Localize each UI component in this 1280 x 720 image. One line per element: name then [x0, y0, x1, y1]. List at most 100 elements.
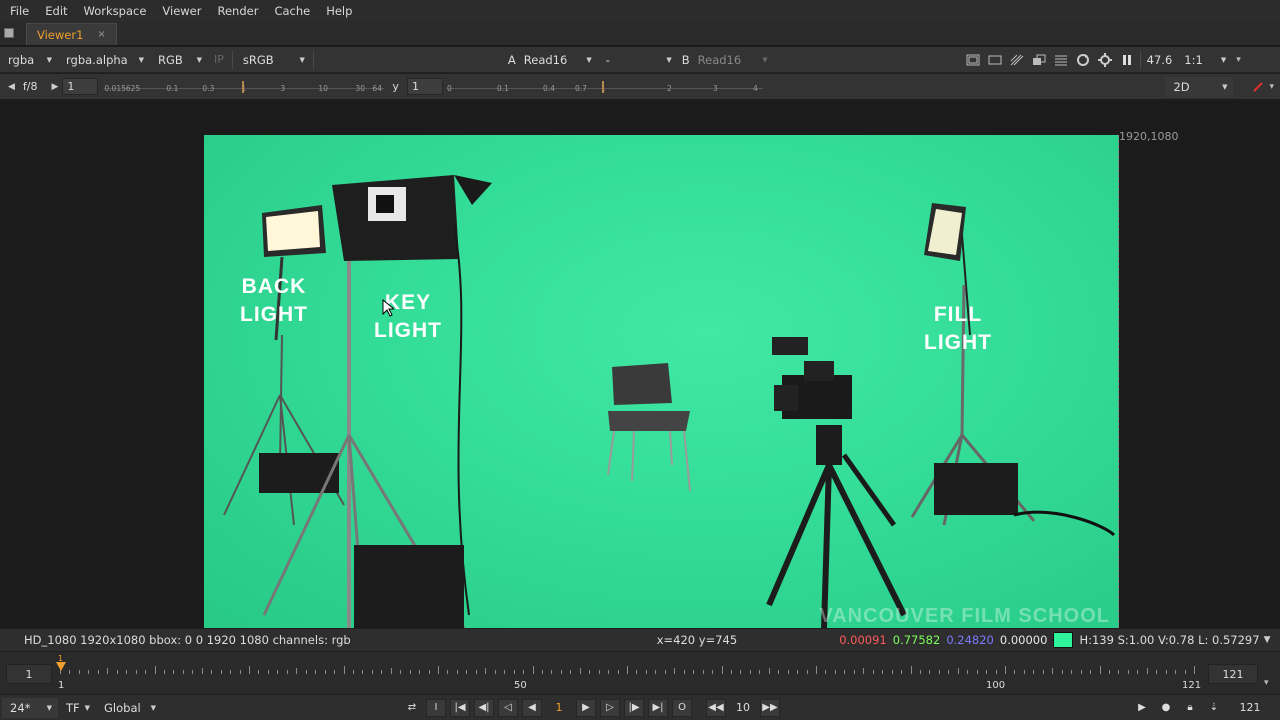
current-frame-field[interactable]: 1 [544, 699, 574, 717]
pane-menu-icon[interactable] [0, 21, 18, 45]
record-icon[interactable]: ● [1156, 699, 1176, 717]
timeline-tick [976, 670, 978, 674]
timeline-end-input[interactable]: 121 [1208, 664, 1258, 684]
menu-help[interactable]: Help [318, 4, 360, 18]
flipbook-icon[interactable]: ▶ [1132, 699, 1152, 717]
display-channels-dropdown[interactable]: RGB ▼ [150, 50, 208, 70]
fstop-decrease-icon[interactable]: ◀ [8, 82, 15, 92]
scrub-icon[interactable]: ⇣ [1204, 699, 1224, 717]
timeline-tick [475, 670, 477, 674]
timeline-tick [1175, 670, 1177, 674]
timeline-ruler[interactable] [60, 662, 1195, 684]
timeline-tick [816, 666, 817, 674]
timecode-format-dropdown[interactable]: TF ▼ [58, 698, 96, 718]
back-light-line2: LIGHT [240, 303, 308, 326]
colorspace-dropdown[interactable]: sRGB ▼ [235, 50, 311, 70]
timeline-tick [182, 670, 184, 674]
gamma-slider-thumb[interactable] [601, 80, 604, 93]
first-frame-icon[interactable]: |◀ [450, 698, 470, 717]
menu-bar: File Edit Workspace Viewer Render Cache … [0, 0, 1280, 22]
ratio-dropdown[interactable]: 1:1 ▼ [1176, 50, 1232, 70]
menu-lines-icon[interactable] [1050, 50, 1072, 70]
timeline-tick [267, 670, 269, 674]
menu-viewer[interactable]: Viewer [154, 4, 209, 18]
timeline-tick [863, 668, 865, 674]
fstop-increase-icon[interactable]: ▶ [52, 82, 59, 92]
menu-workspace[interactable]: Workspace [76, 4, 155, 18]
gain-slider[interactable]: 0.015625 0.1 0.3 1 3 10 30 64 [104, 77, 385, 97]
timeline-tick [1165, 670, 1167, 674]
next-keyframe-icon[interactable]: |▶ [624, 698, 644, 717]
chevron-down-icon: ▼ [196, 55, 202, 64]
alpha-channel-dropdown[interactable]: rgba.alpha ▼ [58, 50, 150, 70]
b-input-dropdown[interactable]: Read16 ▼ [694, 50, 774, 70]
expand-icon[interactable]: ▾ [1269, 82, 1274, 92]
channels-dropdown[interactable]: rgba ▼ [0, 50, 58, 70]
roi-icon[interactable] [962, 50, 984, 70]
timeline-tick [88, 670, 90, 674]
zoom-value[interactable]: 47.6 [1143, 50, 1177, 70]
gain-tick-label: 0.015625 [104, 83, 141, 93]
fps-dropdown[interactable]: 24* ▼ [2, 697, 58, 718]
compare-mode-dropdown[interactable]: - ▼ [598, 50, 678, 70]
timeline[interactable]: 1 1 1 50 100 121 121 ▾ [0, 652, 1280, 694]
step-forward-icon[interactable]: ▶▶ [760, 698, 780, 717]
timeline-tick [286, 670, 288, 674]
timeline-tick [627, 666, 628, 674]
tab-viewer1[interactable]: Viewer1 × [26, 23, 117, 45]
timeline-tick [1184, 670, 1186, 674]
menu-cache[interactable]: Cache [266, 4, 318, 18]
gear-icon[interactable] [1094, 50, 1116, 70]
expand-icon[interactable]: ▾ [1236, 55, 1241, 65]
gain-slider-thumb[interactable] [242, 80, 245, 93]
gamma-tick-label: 4 [752, 83, 758, 93]
menu-file[interactable]: File [0, 4, 37, 18]
play-forward-icon[interactable]: ▶ [576, 698, 596, 717]
paint-brush-icon[interactable] [1247, 77, 1269, 97]
view-mode-dropdown[interactable]: 2D ▼ [1165, 76, 1234, 97]
timeline-tick [938, 670, 940, 674]
step-back-icon[interactable]: ◀◀ [706, 698, 726, 717]
last-frame-icon[interactable]: ▶| [648, 698, 668, 717]
play-backward-icon[interactable]: ◀ [522, 698, 542, 717]
timeline-tick [730, 670, 732, 674]
playhead-marker[interactable] [56, 662, 66, 671]
timeline-tick [334, 670, 336, 674]
step-increment-field[interactable]: 10 [728, 699, 758, 717]
timeline-tick [1033, 670, 1035, 674]
loop-mode-icon[interactable]: ⇄ [402, 699, 422, 717]
timeline-tick [154, 666, 156, 674]
menu-render[interactable]: Render [209, 4, 266, 18]
lock-icon[interactable]: 🔒︎ [1180, 699, 1200, 717]
refresh-icon[interactable] [1072, 50, 1094, 70]
out-point-button[interactable]: O [672, 698, 692, 717]
frame-range-scope-dropdown[interactable]: Global ▼ [96, 698, 162, 718]
checker-icon[interactable] [1006, 50, 1028, 70]
expand-icon[interactable]: ▼ [1264, 635, 1271, 645]
pause-icon[interactable] [1116, 50, 1138, 70]
frame-icon[interactable] [984, 50, 1006, 70]
gain-input[interactable]: 1 [62, 78, 99, 95]
color-swatch [1053, 632, 1074, 648]
in-point-button[interactable]: I [426, 698, 446, 717]
expand-icon[interactable]: ▾ [1264, 678, 1269, 688]
previous-frame-icon[interactable]: ◁ [498, 698, 518, 717]
close-icon[interactable]: × [97, 29, 105, 40]
a-input-dropdown[interactable]: Read16 ▼ [520, 50, 598, 70]
menu-edit[interactable]: Edit [37, 4, 75, 18]
ip-toggle[interactable]: IP [208, 53, 230, 66]
timeline-tick [778, 670, 780, 674]
overlay-icon[interactable] [1028, 50, 1050, 70]
timeline-tick [523, 670, 525, 674]
timeline-start-input[interactable]: 1 [6, 664, 52, 684]
gamma-tick-label: 0.7 [574, 83, 587, 93]
viewer-canvas[interactable]: BACK LIGHT KEY LIGHT FILL LIGHT VANCOUVE… [0, 101, 1280, 628]
gamma-tick-label: 3 [712, 83, 718, 93]
timeline-tick [1023, 670, 1025, 674]
gamma-input[interactable]: 1 [406, 78, 443, 95]
next-frame-icon[interactable]: ▷ [600, 698, 620, 717]
timeline-tick [655, 670, 657, 674]
previous-keyframe-icon[interactable]: ◀| [474, 698, 494, 717]
gamma-slider[interactable]: 0 0.1 0.4 0.7 1 2 3 4 [446, 77, 763, 97]
end-frame-field[interactable]: 121 [1226, 697, 1274, 718]
